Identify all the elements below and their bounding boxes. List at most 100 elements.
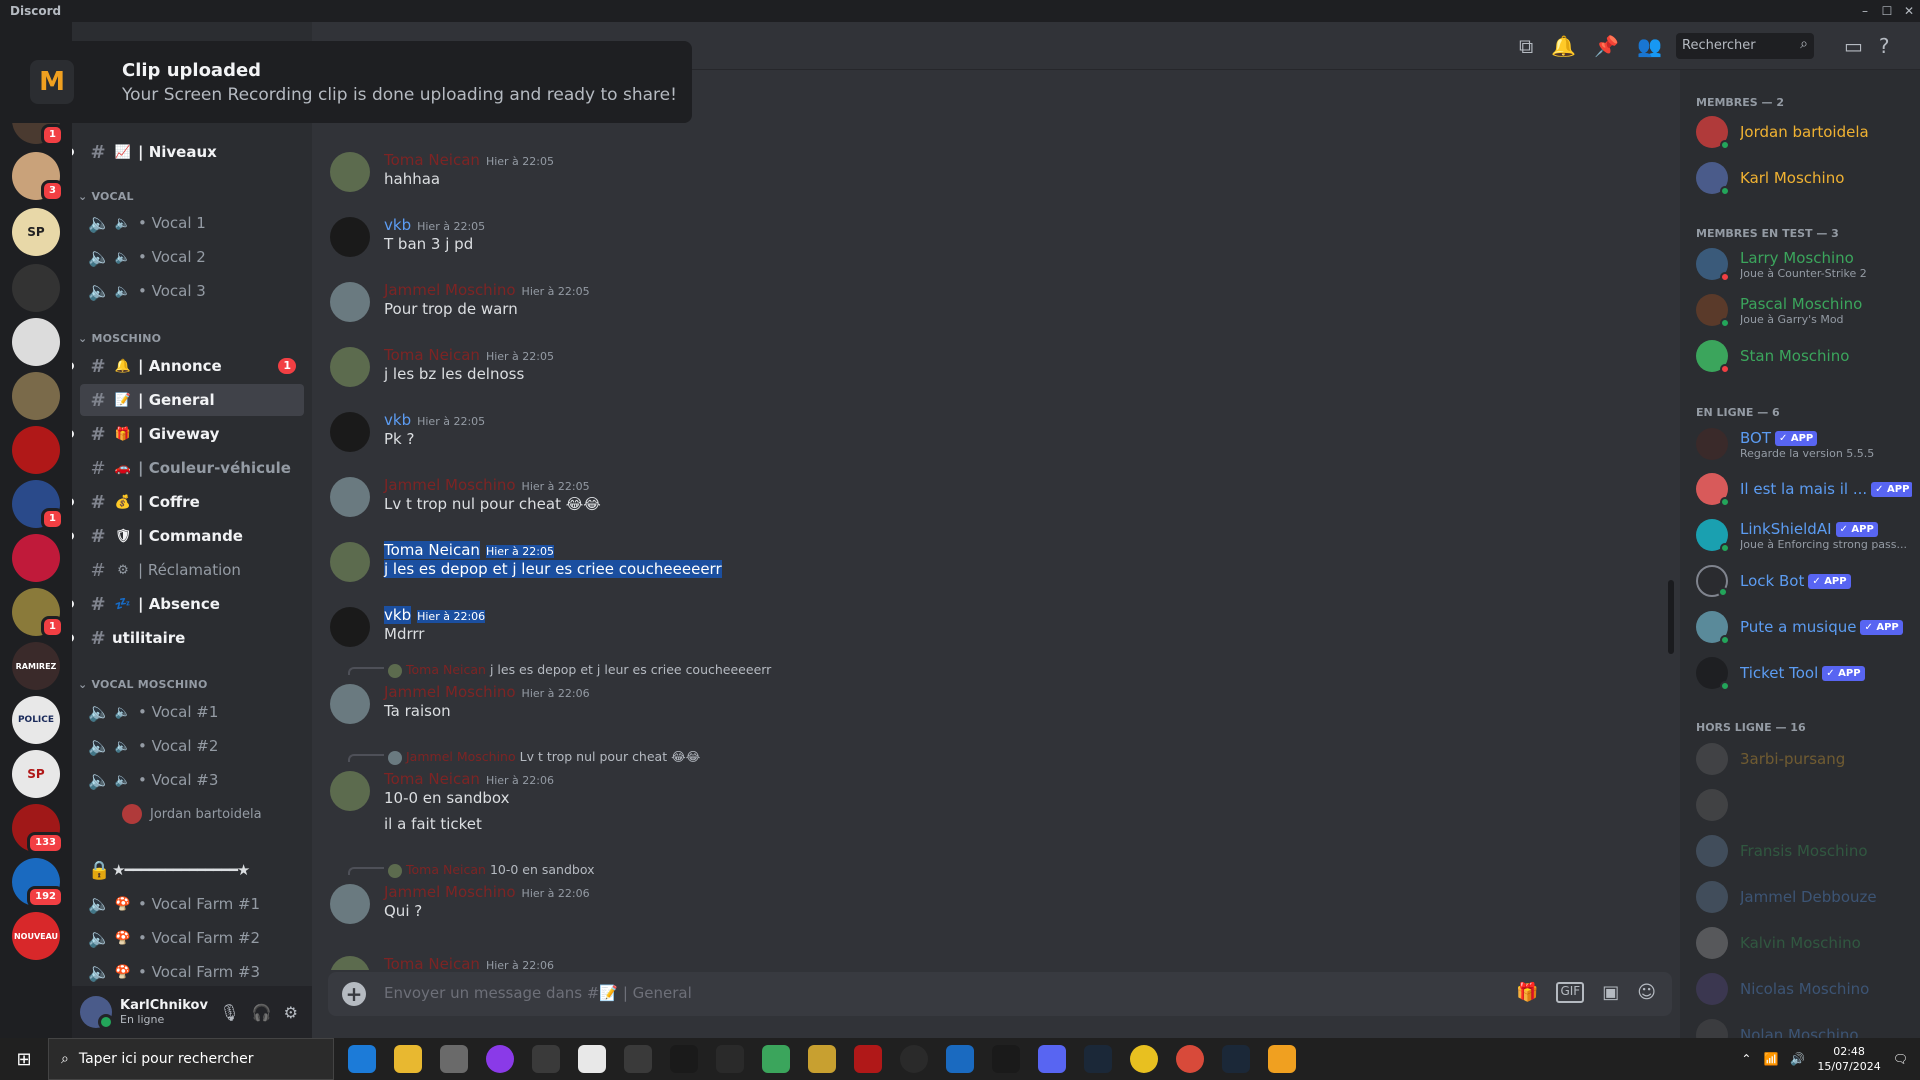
category-vocal[interactable]: ⌄ VOCAL (78, 190, 134, 203)
channel-reclamation[interactable]: # ⚙ | Réclamation (80, 554, 304, 586)
clock[interactable]: 02:48 15/07/2024 (1817, 1044, 1880, 1074)
channel-giveway[interactable]: # 🎁 | Giveway (72, 418, 304, 450)
minimize-icon[interactable]: – (1854, 4, 1876, 18)
member-item[interactable]: Il est la mais il ... ✓ APP (1688, 468, 1912, 510)
member-item[interactable]: Stan Moschino (1688, 335, 1912, 377)
channel-commande[interactable]: # 🛡 | Commande (72, 520, 304, 552)
inbox-icon[interactable]: ▭ (1844, 34, 1863, 58)
app-icon[interactable] (808, 1045, 836, 1073)
discord-icon[interactable] (1038, 1045, 1066, 1073)
channel-utilitaire[interactable]: # utilitaire (72, 622, 304, 654)
channel-annonce[interactable]: # 🔔 | Annonce 1 (72, 350, 304, 382)
server-icon[interactable]: 1 (12, 588, 64, 638)
member-item[interactable]: Jordan bartoidela (1688, 111, 1912, 153)
app-icon[interactable] (486, 1045, 514, 1073)
close-icon[interactable]: ✕ (1898, 4, 1920, 18)
server-icon[interactable]: 3 (12, 152, 64, 202)
minecraft-icon[interactable] (762, 1045, 790, 1073)
steam-icon[interactable] (1222, 1045, 1250, 1073)
app-icon[interactable] (624, 1045, 652, 1073)
member-item[interactable]: Kalvin Moschino (1688, 922, 1912, 964)
server-icon[interactable]: SP (12, 208, 60, 256)
member-item[interactable]: Ticket Tool ✓ APP (1688, 652, 1912, 694)
server-icon[interactable]: SP (12, 750, 60, 798)
member-item[interactable]: Jammel Debbouze (1688, 876, 1912, 918)
app-icon[interactable] (900, 1045, 928, 1073)
threads-icon[interactable]: ⧉ (1519, 34, 1533, 58)
server-icon[interactable]: 1 (12, 480, 64, 530)
member-item[interactable]: Pascal Moschino Joue à Garry's Mod (1688, 289, 1912, 331)
category-moschino[interactable]: ⌄ MOSCHINO (78, 332, 161, 345)
voice-channel[interactable]: 🔈 🔈 • Vocal 3 (80, 275, 304, 307)
member-item[interactable]: Lock Bot ✓ APP (1688, 560, 1912, 602)
steam-icon[interactable] (1084, 1045, 1112, 1073)
notifications-icon[interactable]: 🗨 (1893, 1052, 1908, 1066)
app-icon[interactable] (670, 1045, 698, 1073)
member-item[interactable]: Larry Moschino Joue à Counter-Strike 2 (1688, 243, 1912, 285)
voice-channel[interactable]: 🔈 🔈 • Vocal #2 (80, 730, 304, 762)
chevron-up-icon[interactable]: ⌃ (1741, 1052, 1751, 1066)
headphones-icon[interactable]: 🎧 (252, 1003, 272, 1022)
app-icon[interactable] (716, 1045, 744, 1073)
member-item[interactable]: Pute a musique ✓ APP (1688, 606, 1912, 648)
server-icon[interactable] (12, 426, 60, 474)
server-icon[interactable] (12, 318, 60, 366)
sticker-icon[interactable]: ▣ (1602, 982, 1619, 1003)
maximize-icon[interactable]: ☐ (1876, 4, 1898, 18)
server-icon[interactable] (12, 264, 60, 312)
voice-channel[interactable]: 🔈 🔈 • Vocal #3 (80, 764, 304, 796)
app-icon[interactable] (946, 1045, 974, 1073)
voice-channel[interactable]: 🔈 🍄 • Vocal Farm #2 (80, 922, 304, 954)
voice-channel[interactable]: 🔈 🍄 • Vocal Farm #3 (80, 956, 304, 988)
voice-channel-locked[interactable]: 🔒 ★━━━━━━━━━━━━━━★ (80, 854, 304, 886)
voice-user[interactable]: Jordan bartoidela (80, 798, 304, 830)
member-item[interactable] (1688, 784, 1912, 826)
microphone-icon[interactable]: 🎙 (219, 1003, 239, 1022)
add-attachment-button[interactable]: + (342, 982, 366, 1006)
edge-icon[interactable] (348, 1045, 376, 1073)
members-icon[interactable]: 👥 (1637, 34, 1662, 58)
server-icon[interactable] (12, 534, 60, 582)
bell-icon[interactable]: 🔔 (1551, 34, 1576, 58)
app-icon[interactable] (532, 1045, 560, 1073)
emoji-icon[interactable]: ☺ (1637, 982, 1656, 1003)
app-icon[interactable] (854, 1045, 882, 1073)
file-icon[interactable] (578, 1045, 606, 1073)
channel-niveaux[interactable]: # 📈 | Niveaux (72, 136, 304, 168)
server-icon[interactable]: 192 (12, 858, 64, 908)
server-icon[interactable] (12, 372, 60, 420)
server-icon[interactable]: POLICE (12, 696, 60, 744)
folder-icon[interactable] (394, 1045, 422, 1073)
message-input[interactable]: + Envoyer un message dans #📝 | General 🎁… (328, 972, 1672, 1016)
member-item[interactable]: BOT ✓ APP Regarde la version 5.5.5 (1688, 423, 1912, 465)
pin-icon[interactable]: 📌 (1594, 34, 1619, 58)
medal-icon[interactable] (1268, 1045, 1296, 1073)
scrollbar[interactable] (1668, 580, 1674, 654)
voice-channel[interactable]: 🔈 🔈 • Vocal 1 (80, 207, 304, 239)
server-icon[interactable]: 133 (12, 804, 64, 854)
channel-absence[interactable]: # 💤 | Absence (72, 588, 304, 620)
channel-couleur-vehicule[interactable]: # 🚗 | Couleur-véhicule (80, 452, 304, 484)
epic-games-icon[interactable] (992, 1045, 1020, 1073)
server-icon[interactable]: RAMIREZ (12, 642, 60, 690)
chrome-icon[interactable] (1176, 1045, 1204, 1073)
member-item[interactable]: Karl Moschino (1688, 157, 1912, 199)
server-icon[interactable]: NOUVEAU (12, 912, 60, 960)
gear-icon[interactable]: ⚙ (284, 1003, 298, 1022)
help-icon[interactable]: ? (1879, 34, 1890, 58)
category-vocal-moschino[interactable]: ⌄ VOCAL MOSCHINO (78, 678, 208, 691)
windows-start-icon[interactable]: ⊞ (0, 1049, 48, 1070)
search-input[interactable]: Rechercher ⌕ (1676, 33, 1814, 59)
channel-general[interactable]: # 📝 | General (80, 384, 304, 416)
member-item[interactable]: Nolan Moschino (1688, 1014, 1912, 1038)
avatar[interactable] (80, 996, 114, 1030)
member-item[interactable]: 3arbi-pursang (1688, 738, 1912, 780)
volume-icon[interactable]: 🔊 (1790, 1052, 1805, 1066)
gift-icon[interactable]: 🎁 (1516, 982, 1538, 1003)
taskbar-search-input[interactable]: ⌕ Taper ici pour rechercher (48, 1038, 334, 1080)
member-item[interactable]: Fransis Moschino (1688, 830, 1912, 872)
gif-icon[interactable]: GIF (1556, 982, 1585, 1003)
voice-channel[interactable]: 🔈 🔈 • Vocal #1 (80, 696, 304, 728)
member-item[interactable]: LinkShieldAI ✓ APP Joue à Enforcing strong… (1688, 514, 1912, 556)
voice-channel[interactable]: 🔈 🍄 • Vocal Farm #1 (80, 888, 304, 920)
